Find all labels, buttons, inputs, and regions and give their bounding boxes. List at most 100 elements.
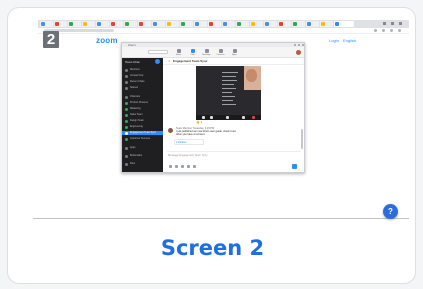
sidebar-item[interactable]: Bookmarks [122, 154, 163, 158]
sidebar-heading: Team Chat [125, 60, 140, 64]
apps-icon [233, 49, 237, 53]
sidebar-item[interactable]: Customer Success [122, 137, 163, 141]
format-icon[interactable] [169, 165, 172, 168]
video-controls [196, 115, 261, 120]
browser-tab[interactable] [124, 21, 137, 27]
sidebar-item[interactable]: Sales Team [122, 113, 163, 117]
text-line [222, 100, 233, 101]
sidebar-item[interactable]: Design Team [122, 119, 163, 123]
browser-tab[interactable] [278, 21, 291, 27]
browser-tab[interactable] [320, 21, 333, 27]
browser-tab[interactable] [236, 21, 249, 27]
participants-icon[interactable] [242, 116, 245, 119]
browser-tab[interactable] [292, 21, 305, 27]
sidebar-item-icon [125, 69, 128, 72]
sidebar-item[interactable]: Mentions [122, 68, 163, 72]
tab-chat[interactable]: Chat [188, 49, 197, 57]
profile-icon[interactable] [390, 29, 393, 32]
maximize-icon[interactable] [391, 22, 394, 25]
replies-link[interactable]: 2 Replies [176, 141, 186, 144]
browser-tab[interactable] [264, 21, 277, 27]
app-nav-bar: Home Chat Meetings Contacts Apps [122, 47, 304, 58]
chat-icon [191, 49, 195, 53]
browser-tab[interactable] [306, 21, 319, 27]
tab-home[interactable]: Home [174, 49, 183, 57]
browser-tab[interactable] [82, 21, 95, 27]
tab-contacts[interactable]: Contacts [216, 49, 225, 57]
browser-tab[interactable] [68, 21, 81, 27]
menu-icon[interactable] [398, 29, 401, 32]
sidebar-item[interactable]: Marketing [122, 107, 163, 111]
sidebar-item[interactable]: Starred [122, 86, 163, 90]
browser-tab[interactable] [110, 21, 123, 27]
browser-tab[interactable] [152, 21, 165, 27]
browser-tab[interactable] [194, 21, 207, 27]
tab-apps[interactable]: Apps [230, 49, 239, 57]
shared-video-preview[interactable] [196, 66, 261, 120]
sidebar-item-active[interactable]: Engagement Team Sync [122, 131, 163, 135]
browser-tab[interactable] [40, 21, 53, 27]
sidebar-item[interactable]: Recent Chats [122, 80, 163, 84]
sidebar-item[interactable]: Engineering [122, 125, 163, 129]
text-line [222, 72, 238, 73]
zoom-app-window: Zoom Home Chat Meetings Contacts Apps Te… [121, 42, 305, 173]
sidebar-item-icon [125, 87, 128, 90]
help-button[interactable]: ? [383, 204, 398, 219]
screenshot-icon[interactable] [187, 165, 190, 168]
extension-icon[interactable] [382, 29, 385, 32]
star-icon[interactable]: ★ [168, 60, 171, 63]
sidebar-item-icon [125, 147, 128, 150]
code-icon[interactable] [193, 165, 196, 168]
avatar[interactable] [296, 50, 301, 55]
search-input[interactable] [148, 50, 168, 54]
contacts-icon [219, 49, 223, 53]
browser-tab[interactable] [208, 21, 221, 27]
login-link[interactable]: Login [329, 38, 339, 43]
sidebar-item-icon [125, 96, 128, 99]
sidebar-item[interactable]: Unread Only [122, 74, 163, 78]
browser-tab-active[interactable] [334, 21, 354, 27]
compose-placeholder: Message Engagement Team Sync [168, 154, 208, 157]
emoji-icon[interactable] [181, 165, 184, 168]
browser-tab[interactable] [54, 21, 67, 27]
language-link[interactable]: English [343, 38, 356, 43]
sidebar-item[interactable]: Channels [122, 95, 163, 99]
window-maximize-icon[interactable] [298, 44, 300, 46]
compose-box[interactable]: Message Engagement Team Sync [167, 151, 301, 171]
browser-tab[interactable] [222, 21, 235, 27]
send-button[interactable] [292, 164, 297, 169]
attach-icon[interactable] [175, 165, 178, 168]
browser-tab[interactable] [180, 21, 193, 27]
screen-caption: Screen 2 [160, 236, 265, 260]
sidebar-item[interactable]: Files [122, 162, 163, 166]
browser-tab[interactable] [138, 21, 151, 27]
text-line [222, 76, 236, 77]
mute-icon[interactable] [202, 116, 205, 119]
video-icon[interactable] [210, 116, 213, 119]
zoom-logo[interactable]: zoom [96, 36, 118, 45]
browser-tab[interactable] [96, 21, 109, 27]
sidebar-item[interactable]: Product Channel [122, 101, 163, 105]
window-minimize-icon[interactable] [294, 44, 296, 46]
close-icon[interactable] [399, 22, 402, 25]
end-icon[interactable] [252, 116, 255, 119]
add-chat-button[interactable] [155, 59, 160, 64]
chat-header: ★ Engagement Team Sync [163, 58, 304, 65]
browser-tab[interactable] [250, 21, 263, 27]
minimize-icon[interactable] [383, 22, 386, 25]
browser-tab[interactable] [166, 21, 179, 27]
reaction-bar[interactable]: 👍 1 [196, 121, 202, 124]
scrollbar[interactable] [301, 129, 303, 149]
sidebar-item-icon [125, 126, 128, 129]
step-number-badge: 2 [43, 31, 59, 48]
text-line [222, 84, 234, 85]
sidebar-item[interactable]: Apps [122, 146, 163, 150]
chat-panel: ★ Engagement Team Sync 👍 1 Team Member Y… [163, 58, 304, 172]
window-close-icon[interactable] [302, 44, 304, 46]
home-icon [177, 49, 181, 53]
text-line [222, 96, 235, 97]
tab-meetings[interactable]: Meetings [202, 49, 211, 57]
message-text: I just published our new Zoom user guide… [176, 130, 236, 136]
extension-icon[interactable] [374, 29, 377, 32]
share-icon[interactable] [226, 116, 229, 119]
